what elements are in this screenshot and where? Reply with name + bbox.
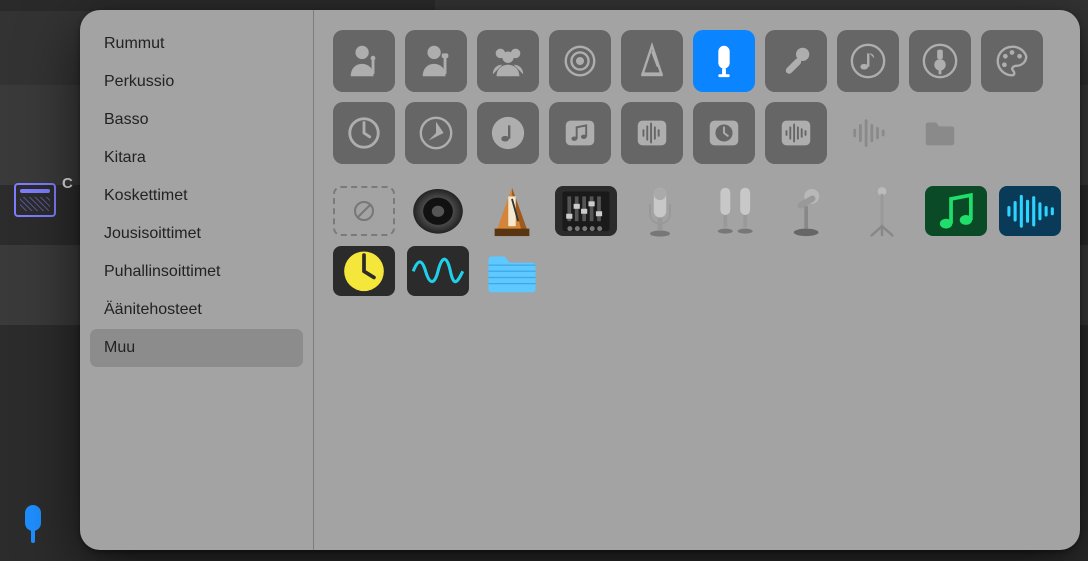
none-icon[interactable] bbox=[333, 186, 395, 236]
music-green-icon[interactable] bbox=[925, 186, 987, 236]
category-sidebar: Rummut Perkussio Basso Kitara Koskettime… bbox=[80, 10, 314, 550]
note-circle-icon[interactable] bbox=[477, 102, 539, 164]
folder-blue-icon[interactable] bbox=[481, 246, 543, 296]
waveform-tile-icon[interactable] bbox=[621, 102, 683, 164]
compass-icon[interactable] bbox=[405, 102, 467, 164]
music-notes-tile-icon[interactable] bbox=[549, 102, 611, 164]
metronome-icon[interactable] bbox=[621, 30, 683, 92]
icon-grid bbox=[315, 10, 1080, 550]
icon-row-4 bbox=[333, 246, 1062, 296]
icon-row-2 bbox=[333, 102, 1062, 164]
clock-tile-icon[interactable] bbox=[693, 102, 755, 164]
icon-row-1 bbox=[333, 30, 1062, 92]
speaker-cone-icon[interactable] bbox=[549, 30, 611, 92]
group-icon[interactable] bbox=[477, 30, 539, 92]
mic-small-icon bbox=[22, 505, 44, 545]
sidebar-item-basso[interactable]: Basso bbox=[90, 101, 303, 139]
waveform-cyan-icon[interactable] bbox=[407, 246, 469, 296]
sidebar-item-aanitehosteet[interactable]: Äänitehosteet bbox=[90, 291, 303, 329]
plug-icon[interactable] bbox=[909, 30, 971, 92]
person-mic-alt-icon[interactable] bbox=[405, 30, 467, 92]
track-label-truncated: C bbox=[62, 175, 73, 192]
mic-stand-3d-icon[interactable] bbox=[851, 186, 913, 236]
dynamic-mic-icon[interactable] bbox=[765, 30, 827, 92]
waveform-blue-icon[interactable] bbox=[999, 186, 1061, 236]
sidebar-item-perkussio[interactable]: Perkussio bbox=[90, 63, 303, 101]
mic-3d-icon[interactable] bbox=[629, 186, 691, 236]
sidebar-item-kitara[interactable]: Kitara bbox=[90, 139, 303, 177]
dual-mic-3d-icon[interactable] bbox=[703, 186, 765, 236]
sidebar-item-rummut[interactable]: Rummut bbox=[90, 25, 303, 63]
speaker-3d-icon[interactable] bbox=[407, 186, 469, 236]
person-mic-icon[interactable] bbox=[333, 30, 395, 92]
sidebar-item-koskettimet[interactable]: Koskettimet bbox=[90, 177, 303, 215]
sidebar-item-puhallinsoittimet[interactable]: Puhallinsoittimet bbox=[90, 253, 303, 291]
icon-row-3 bbox=[333, 186, 1062, 236]
condenser-mic-icon[interactable] bbox=[693, 30, 755, 92]
sidebar-item-muu[interactable]: Muu bbox=[90, 329, 303, 367]
desk-mic-3d-icon[interactable] bbox=[777, 186, 839, 236]
clock-yellow-icon[interactable] bbox=[333, 246, 395, 296]
clock-icon[interactable] bbox=[333, 102, 395, 164]
waveform-lines-icon[interactable] bbox=[837, 102, 899, 164]
palette-icon[interactable] bbox=[981, 30, 1043, 92]
metronome-3d-icon[interactable] bbox=[481, 186, 543, 236]
waveform-tile2-icon[interactable] bbox=[765, 102, 827, 164]
sidebar-item-jousisoittimet[interactable]: Jousisoittimet bbox=[90, 215, 303, 253]
folder-icon[interactable] bbox=[909, 102, 971, 164]
amp-icon bbox=[14, 183, 56, 217]
icon-picker-popover: Rummut Perkussio Basso Kitara Koskettime… bbox=[80, 10, 1080, 550]
music-note-circle-icon[interactable] bbox=[837, 30, 899, 92]
mixer-3d-icon[interactable] bbox=[555, 186, 617, 236]
